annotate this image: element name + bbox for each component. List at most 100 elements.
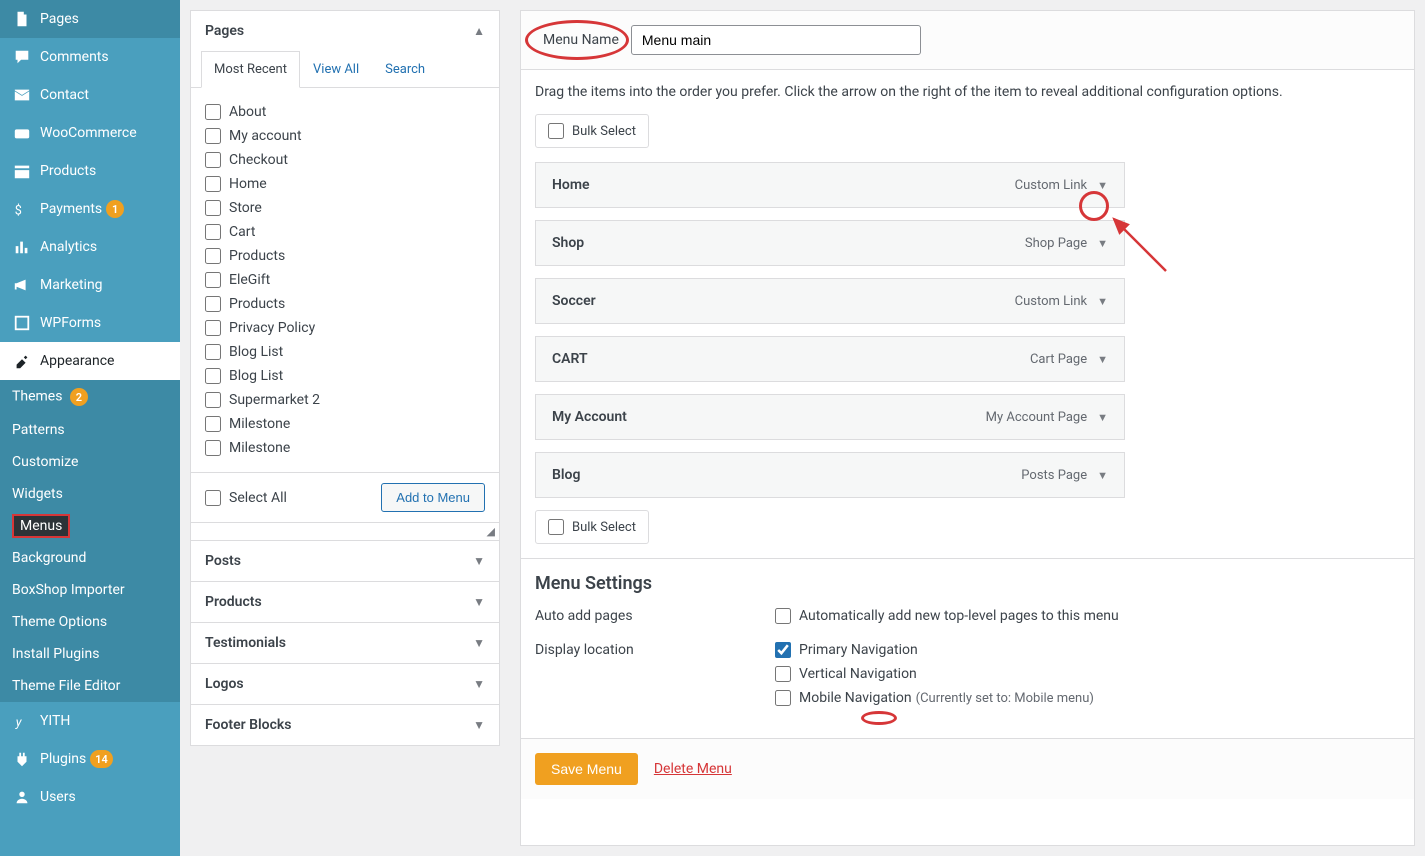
accordion-header[interactable]: Posts▼ — [191, 541, 499, 581]
page-checkbox[interactable] — [205, 152, 221, 168]
sidebar-label: Contact — [40, 87, 89, 103]
page-checkbox[interactable] — [205, 200, 221, 216]
page-checkbox[interactable] — [205, 128, 221, 144]
menu-item[interactable]: CARTCart Page ▼ — [535, 336, 1125, 382]
bulk-select-top[interactable]: Bulk Select — [535, 114, 649, 148]
page-label[interactable]: Milestone — [229, 416, 290, 432]
badge: 14 — [90, 750, 113, 768]
select-all-checkbox[interactable] — [205, 490, 221, 506]
save-menu-button[interactable]: Save Menu — [535, 753, 638, 785]
page-label[interactable]: Cart — [229, 224, 255, 240]
menu-item[interactable]: BlogPosts Page ▼ — [535, 452, 1125, 498]
chevron-down-icon[interactable]: ▼ — [1097, 469, 1108, 482]
tab-search[interactable]: Search — [372, 51, 438, 88]
page-label[interactable]: EleGift — [229, 272, 270, 288]
sidebar-item-products[interactable]: Products — [0, 152, 180, 190]
menu-item[interactable]: HomeCustom Link ▼ — [535, 162, 1125, 208]
page-checkbox[interactable] — [205, 224, 221, 240]
sidebar-item-analytics[interactable]: Analytics — [0, 228, 180, 266]
accordion-footer-blocks: Footer Blocks▼ — [190, 704, 500, 746]
bulk-select-bottom[interactable]: Bulk Select — [535, 510, 649, 544]
tab-view-all[interactable]: View All — [300, 51, 372, 88]
sidebar-subitem-theme-options[interactable]: Theme Options — [0, 606, 180, 638]
page-checkbox[interactable] — [205, 440, 221, 456]
sidebar-item-yith[interactable]: y YITH — [0, 702, 180, 740]
chevron-down-icon[interactable]: ▼ — [1097, 295, 1108, 308]
chevron-down-icon[interactable]: ▼ — [1097, 179, 1108, 192]
page-label[interactable]: Checkout — [229, 152, 288, 168]
location-checkbox[interactable] — [775, 666, 791, 682]
menu-item[interactable]: My AccountMy Account Page ▼ — [535, 394, 1125, 440]
auto-add-checkbox[interactable] — [775, 608, 791, 624]
page-label[interactable]: About — [229, 104, 266, 120]
sidebar-subitem-theme-file-editor[interactable]: Theme File Editor — [0, 670, 180, 702]
sidebar-label: Pages — [40, 11, 79, 27]
resize-handle[interactable]: ◢ — [191, 522, 499, 540]
page-label[interactable]: My account — [229, 128, 302, 144]
accordion-header[interactable]: Footer Blocks▼ — [191, 705, 499, 745]
location-checkbox[interactable] — [775, 690, 791, 706]
page-label[interactable]: Supermarket 2 — [229, 392, 320, 408]
sidebar-item-marketing[interactable]: Marketing — [0, 266, 180, 304]
page-tabs: Most Recent View All Search — [191, 51, 499, 88]
page-item: My account — [205, 124, 485, 148]
bulk-select-checkbox[interactable] — [548, 123, 564, 139]
page-label[interactable]: Products — [229, 296, 285, 312]
page-checkbox[interactable] — [205, 368, 221, 384]
menu-item[interactable]: ShopShop Page ▼ — [535, 220, 1125, 266]
page-label[interactable]: Blog List — [229, 344, 283, 360]
page-checkbox[interactable] — [205, 296, 221, 312]
sidebar-item-woocommerce[interactable]: WooCommerce — [0, 114, 180, 152]
pages-accordion-header[interactable]: Pages ▲ — [191, 11, 499, 51]
sidebar-subitem-patterns[interactable]: Patterns — [0, 414, 180, 446]
menu-name-input[interactable] — [631, 25, 921, 55]
page-checkbox[interactable] — [205, 272, 221, 288]
page-checkbox[interactable] — [205, 416, 221, 432]
sidebar-item-plugins[interactable]: Plugins 14 — [0, 740, 180, 778]
sidebar-item-users[interactable]: Users — [0, 778, 180, 816]
page-label[interactable]: Milestone — [229, 440, 290, 456]
add-to-menu-button[interactable]: Add to Menu — [381, 483, 485, 512]
chevron-down-icon[interactable]: ▼ — [1097, 353, 1108, 366]
page-label[interactable]: Blog List — [229, 368, 283, 384]
delete-menu-link[interactable]: Delete Menu — [654, 761, 732, 777]
sidebar-item-payments[interactable]: $ Payments 1 — [0, 190, 180, 228]
sidebar-subitem-widgets[interactable]: Widgets — [0, 478, 180, 510]
sidebar-item-pages[interactable]: Pages — [0, 0, 180, 38]
page-label[interactable]: Store — [229, 200, 262, 216]
page-checkbox[interactable] — [205, 344, 221, 360]
sidebar-item-appearance[interactable]: Appearance — [0, 342, 180, 380]
accordion-header[interactable]: Products▼ — [191, 582, 499, 622]
sidebar-subitem-install-plugins[interactable]: Install Plugins — [0, 638, 180, 670]
sidebar-item-contact[interactable]: Contact — [0, 76, 180, 114]
sidebar-subitem-boxshop[interactable]: BoxShop Importer — [0, 574, 180, 606]
page-item: EleGift — [205, 268, 485, 292]
sidebar-item-wpforms[interactable]: WPForms — [0, 304, 180, 342]
page-label[interactable]: Privacy Policy — [229, 320, 315, 336]
location-checkbox[interactable] — [775, 642, 791, 658]
sidebar-label: Users — [40, 789, 76, 805]
sidebar-subitem-customize[interactable]: Customize — [0, 446, 180, 478]
page-checkbox[interactable] — [205, 320, 221, 336]
page-checkbox[interactable] — [205, 248, 221, 264]
sidebar-subitem-menus[interactable]: Menus — [0, 510, 180, 542]
select-all-label[interactable]: Select All — [229, 490, 287, 506]
sidebar-item-comments[interactable]: Comments — [0, 38, 180, 76]
chevron-down-icon[interactable]: ▼ — [1097, 411, 1108, 424]
page-checkbox[interactable] — [205, 104, 221, 120]
page-label[interactable]: Products — [229, 248, 285, 264]
accordion-title: Posts — [205, 553, 241, 569]
page-label[interactable]: Home — [229, 176, 267, 192]
sidebar-subitem-background[interactable]: Background — [0, 542, 180, 574]
accordion-header[interactable]: Testimonials▼ — [191, 623, 499, 663]
chevron-down-icon[interactable]: ▼ — [1097, 237, 1108, 250]
tab-most-recent[interactable]: Most Recent — [201, 51, 300, 88]
bulk-select-checkbox[interactable] — [548, 519, 564, 535]
page-checkbox[interactable] — [205, 176, 221, 192]
page-checkbox[interactable] — [205, 392, 221, 408]
accordion-header[interactable]: Logos▼ — [191, 664, 499, 704]
menu-item[interactable]: SoccerCustom Link ▼ — [535, 278, 1125, 324]
sidebar-label: YITH — [40, 713, 70, 729]
badge: 1 — [106, 200, 124, 218]
sidebar-subitem-themes[interactable]: Themes 2 — [0, 380, 180, 414]
